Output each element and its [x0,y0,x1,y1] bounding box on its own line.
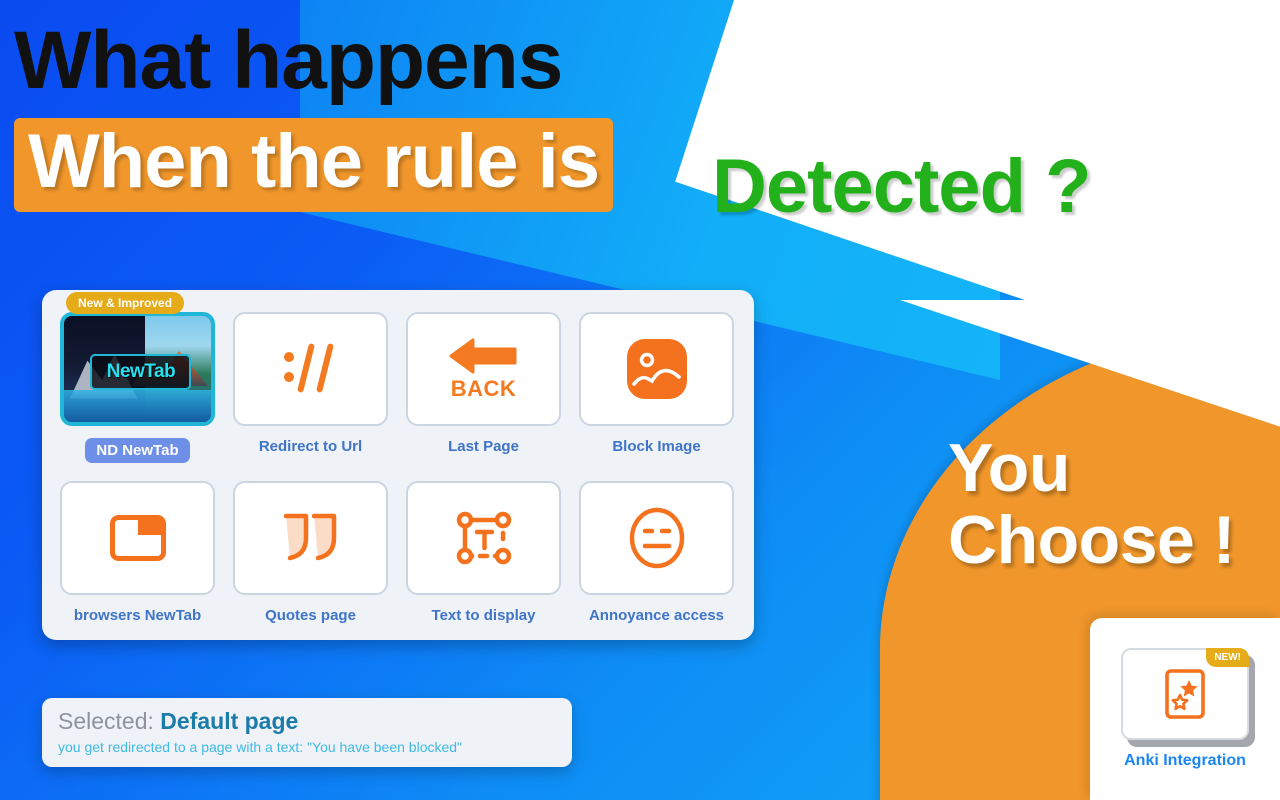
selected-description: you get redirected to a page with a text… [58,739,463,755]
thumbnail-label: NewTab [106,361,176,383]
browser-tab-icon [109,515,166,561]
neutral-face-icon [629,507,684,569]
quote-marks-icon [283,513,336,561]
cta-you-choose: You Choose ! [948,432,1235,576]
url-protocol-icon [283,343,333,393]
headline-block: What happens When the rule is [14,15,613,212]
headline-line-1: What happens [14,15,563,106]
option-tile[interactable] [579,481,734,595]
option-annoyance-access[interactable]: Annoyance access [579,481,734,624]
option-label: Last Page [448,438,519,455]
options-panel: New & Improved NewTab ND NewTab Redirect… [42,290,754,640]
option-label: Quotes page [265,607,356,624]
text-box-icon [456,511,511,565]
option-label: Redirect to Url [258,438,363,455]
option-label: ND NewTab [85,438,190,463]
option-browsers-newtab[interactable]: browsers NewTab [60,481,215,624]
option-tile[interactable] [579,312,734,426]
anki-label: Anki Integration [1124,752,1246,769]
cta-line-1: You [948,430,1070,506]
options-row-2: browsers NewTab Quotes page Text to disp… [60,481,736,624]
selected-prefix: Selected: [58,708,154,734]
option-label: Text to display [431,607,536,624]
option-tile[interactable] [233,481,388,595]
option-nd-newtab[interactable]: New & Improved NewTab ND NewTab [60,292,215,463]
anki-integration-card[interactable]: NEW! Anki Integration [1090,618,1280,800]
anki-card-sparkle-icon [1165,669,1205,719]
option-tile[interactable] [233,312,388,426]
option-tile[interactable]: NewTab [60,312,215,426]
back-arrow-label: BACK [450,375,517,401]
option-label: browsers NewTab [73,607,202,624]
cta-line-2: Choose ! [948,502,1235,579]
promo-banner: What happens When the rule is Detected ?… [0,0,1280,800]
option-block-image[interactable]: Block Image [579,312,734,463]
badge-new: NEW! [1206,648,1249,667]
back-arrow-icon [449,338,516,373]
options-row-1: New & Improved NewTab ND NewTab Redirect… [60,292,736,463]
headline-highlight-bar: When the rule is [14,118,613,212]
block-image-icon [626,339,687,399]
selected-line: Selected: Default page [58,708,556,735]
option-label: Annoyance access [588,607,725,624]
option-text-to-display[interactable]: Text to display [406,481,561,624]
option-last-page[interactable]: BACK Last Page [406,312,561,463]
option-quotes-page[interactable]: Quotes page [233,481,388,624]
selected-info-box: Selected: Default page you get redirecte… [42,698,572,767]
option-tile[interactable]: BACK [406,312,561,426]
option-tile[interactable] [60,481,215,595]
selected-value: Default page [160,708,299,734]
option-label: Block Image [612,438,701,455]
headline-detected: Detected ? [712,144,1092,229]
headline-line-2: When the rule is [28,119,600,205]
anki-tile[interactable]: NEW! [1121,648,1249,740]
option-tile[interactable] [406,481,561,595]
option-redirect-to-url[interactable]: Redirect to Url [233,312,388,463]
badge-new-improved: New & Improved [66,292,185,314]
newtab-thumbnail-icon: NewTab [64,316,211,422]
